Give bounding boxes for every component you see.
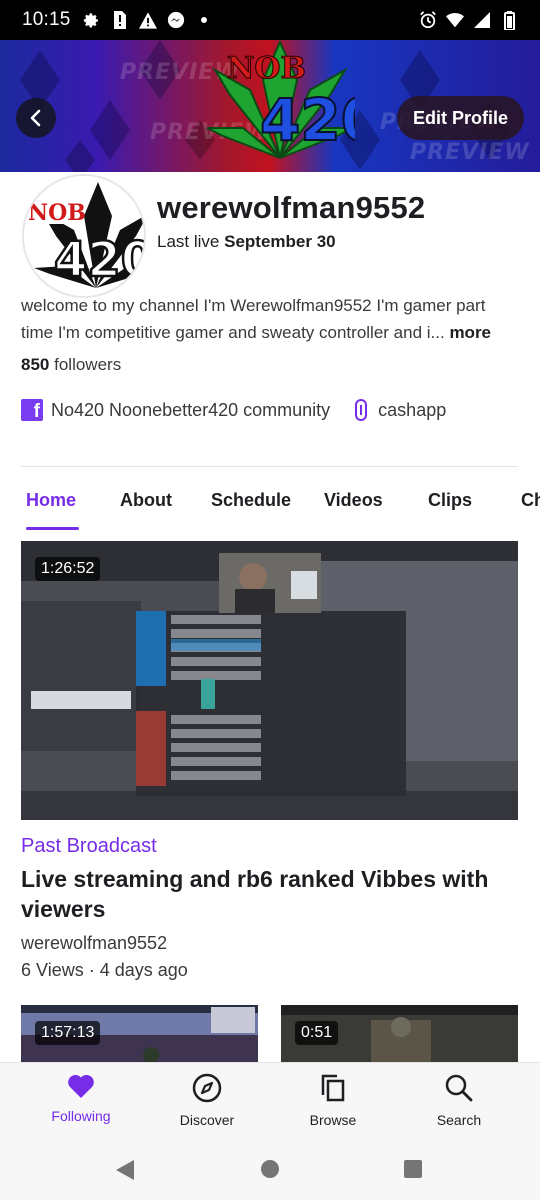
- followers-number: 850: [21, 355, 50, 374]
- system-home-icon[interactable]: [260, 1159, 280, 1179]
- video-type-label: Past Broadcast: [21, 835, 157, 857]
- last-live-prefix: Last live: [157, 232, 220, 251]
- channel-bio: welcome to my channel I'm Werewolfman955…: [21, 292, 521, 346]
- tab-chat[interactable]: Ch: [521, 490, 540, 511]
- nav-following[interactable]: Following: [26, 1073, 136, 1124]
- system-navigation-bar: [0, 1142, 540, 1200]
- tab-home[interactable]: Home: [26, 490, 76, 511]
- video-channel[interactable]: werewolfman9552: [21, 933, 167, 954]
- svg-text:420: 420: [54, 232, 146, 288]
- compass-icon: [192, 1073, 222, 1103]
- back-button[interactable]: [16, 98, 56, 138]
- status-bar: 10:15: [0, 0, 540, 40]
- svg-text:NOB: NOB: [227, 51, 306, 86]
- tab-schedule[interactable]: Schedule: [211, 490, 291, 511]
- bio-text: welcome to my channel I'm Werewolfman955…: [21, 296, 486, 342]
- banner-logo: NOB 420: [206, 40, 355, 159]
- featured-video-thumbnail[interactable]: 1:26:52: [21, 541, 518, 820]
- last-live-date: September 30: [224, 232, 336, 251]
- video-title[interactable]: Live streaming and rb6 ranked Vibbes wit…: [21, 864, 518, 924]
- nav-browse-label: Browse: [309, 1112, 357, 1128]
- tab-active-indicator: [26, 527, 79, 530]
- settings-icon: [83, 11, 101, 29]
- avatar[interactable]: NOB 420: [22, 174, 146, 298]
- video-duration: 1:26:52: [35, 557, 101, 581]
- facebook-icon: f: [21, 399, 43, 421]
- video-thumbnail[interactable]: 1:57:13: [21, 1005, 258, 1065]
- search-icon: [445, 1074, 473, 1102]
- video-duration: 1:57:13: [35, 1021, 101, 1045]
- video-meta: 6 Views · 4 days ago: [21, 960, 188, 980]
- social-link-facebook[interactable]: No420 Noonebetter420 community: [51, 400, 330, 421]
- social-links: f No420 Noonebetter420 community cashapp: [21, 398, 470, 422]
- social-link-cashapp[interactable]: cashapp: [378, 400, 446, 421]
- avatar-logo: NOB 420: [24, 176, 146, 296]
- video-thumbnail[interactable]: 0:51: [281, 1005, 518, 1065]
- nav-browse[interactable]: Browse: [278, 1073, 388, 1128]
- alarm-icon: [419, 11, 437, 29]
- bio-more-link[interactable]: more: [449, 323, 491, 342]
- dot-icon: [195, 11, 213, 29]
- heart-icon: [68, 1074, 94, 1098]
- nav-search-label: Search: [436, 1112, 482, 1128]
- tab-videos[interactable]: Videos: [324, 490, 383, 511]
- tab-about[interactable]: About: [120, 490, 172, 511]
- svg-text:420: 420: [260, 86, 355, 154]
- last-live: Last live September 30: [157, 232, 336, 252]
- system-back-icon[interactable]: [114, 1158, 136, 1182]
- messenger-icon: [167, 11, 185, 29]
- video-scene: [21, 541, 518, 820]
- nav-following-label: Following: [51, 1108, 111, 1124]
- banner-watermark: PREVIEW: [410, 140, 530, 165]
- followers-label: followers: [54, 355, 122, 374]
- chevron-left-icon: [30, 109, 41, 127]
- wifi-icon: [446, 11, 464, 29]
- channel-banner: PREVIEW PREVIEW PREVIEW PREVIEW NOB 420 …: [0, 40, 540, 172]
- channel-username: werewolfman9552: [157, 190, 426, 225]
- battery-icon: [500, 10, 518, 30]
- channel-tabs: Home About Schedule Videos Clips Ch: [0, 480, 540, 530]
- link-icon: [354, 398, 368, 422]
- video-duration: 0:51: [295, 1021, 339, 1045]
- followers-count: 850 followers: [21, 355, 121, 375]
- browse-icon: [321, 1074, 345, 1102]
- signal-icon: [473, 11, 491, 29]
- nav-search[interactable]: Search: [404, 1073, 514, 1128]
- svg-text:NOB: NOB: [28, 200, 86, 226]
- warning-icon: [138, 11, 157, 29]
- divider: [21, 466, 518, 467]
- sim-alert-icon: [111, 11, 129, 29]
- nav-discover[interactable]: Discover: [152, 1073, 262, 1128]
- tab-clips[interactable]: Clips: [428, 490, 472, 511]
- status-time: 10:15: [22, 9, 71, 30]
- bottom-navigation: Following Discover Browse Search: [0, 1062, 540, 1142]
- edit-profile-button[interactable]: Edit Profile: [396, 96, 524, 140]
- system-recents-icon[interactable]: [403, 1159, 423, 1179]
- nav-discover-label: Discover: [179, 1112, 235, 1128]
